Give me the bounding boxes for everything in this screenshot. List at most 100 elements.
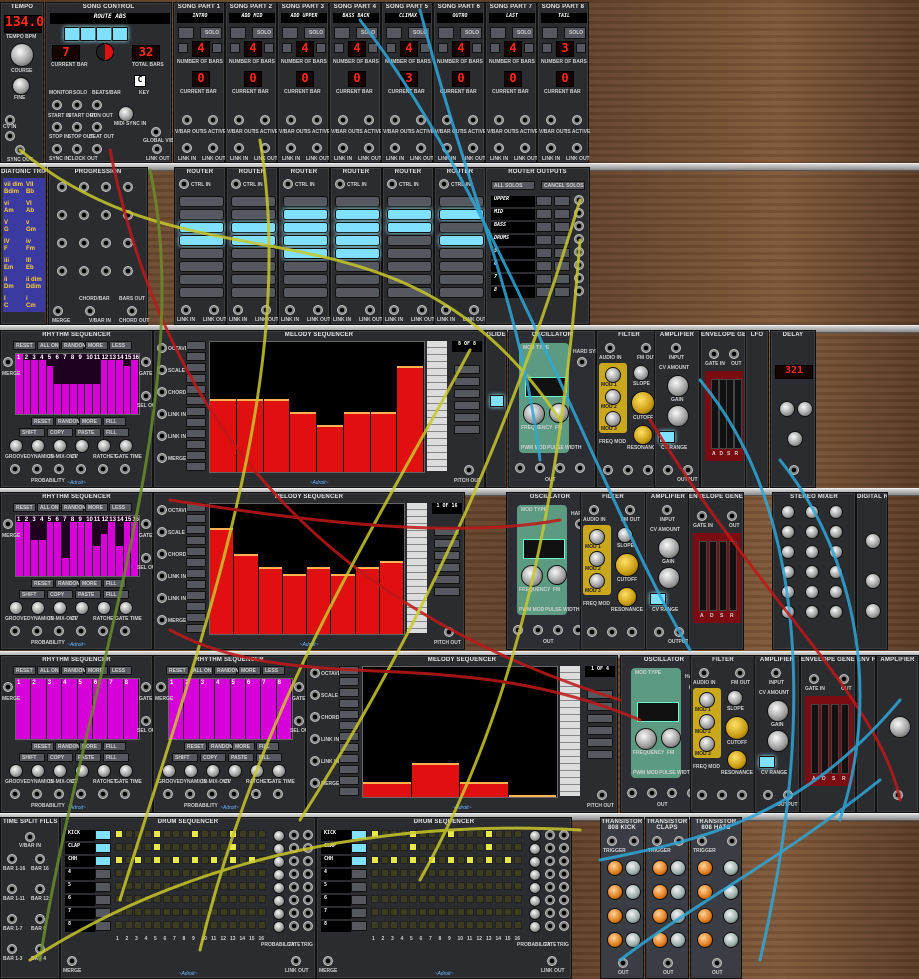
drum-step[interactable] xyxy=(191,869,199,877)
drum-step[interactable] xyxy=(153,895,161,903)
adsr-slider[interactable] xyxy=(811,704,819,774)
solo-button[interactable]: SOLO xyxy=(408,27,430,39)
mute-button[interactable] xyxy=(554,209,570,219)
melody-note-bar[interactable] xyxy=(370,411,397,472)
trigger-jack[interactable] xyxy=(607,836,617,846)
drum-step[interactable] xyxy=(153,843,161,851)
drum-step[interactable] xyxy=(181,895,190,903)
drum-step[interactable] xyxy=(238,843,247,851)
gate-jack[interactable] xyxy=(545,882,555,892)
drum-step[interactable] xyxy=(485,843,493,851)
drum-step[interactable] xyxy=(219,895,228,903)
router-slot-button[interactable] xyxy=(335,274,380,285)
progression-jack[interactable] xyxy=(57,182,67,192)
mixer-knob[interactable] xyxy=(781,525,795,539)
rhythm-more-button[interactable]: MORE xyxy=(79,579,102,588)
jack[interactable] xyxy=(157,409,167,419)
router-slot-button[interactable] xyxy=(283,222,328,233)
drum-step[interactable] xyxy=(504,869,512,877)
drum-step[interactable] xyxy=(485,869,493,877)
cutoff-knob[interactable] xyxy=(615,553,639,577)
drum-knob[interactable] xyxy=(652,884,668,900)
jack[interactable] xyxy=(151,127,161,137)
jack[interactable] xyxy=(654,627,664,637)
drum-step[interactable] xyxy=(475,908,484,916)
solo-button[interactable] xyxy=(536,287,552,297)
melody-note-bar[interactable] xyxy=(263,398,290,472)
jack[interactable] xyxy=(76,464,86,474)
mod-knob[interactable] xyxy=(699,714,715,730)
drum-step[interactable] xyxy=(447,908,455,916)
drum-step[interactable] xyxy=(153,908,161,916)
rhythm-reset-button[interactable]: RESET xyxy=(184,742,207,751)
progression-jack[interactable] xyxy=(79,238,89,248)
drum-step[interactable] xyxy=(143,882,152,890)
solo-button[interactable] xyxy=(536,274,552,284)
jack[interactable] xyxy=(575,463,585,473)
router-slot-button[interactable] xyxy=(179,274,224,285)
drum-step[interactable] xyxy=(409,843,417,851)
resonance-knob[interactable] xyxy=(633,425,653,445)
part-button[interactable] xyxy=(282,27,298,39)
jack[interactable] xyxy=(533,625,543,635)
jack[interactable] xyxy=(229,789,239,799)
drum-step[interactable] xyxy=(466,908,474,916)
rhythm-paste-button[interactable]: PASTE xyxy=(75,753,101,762)
rhythm-step[interactable] xyxy=(92,546,100,576)
trig-jack[interactable] xyxy=(559,882,569,892)
vbar-out-jack[interactable] xyxy=(286,115,296,125)
drum-step[interactable] xyxy=(513,869,522,877)
drum-step[interactable] xyxy=(238,830,247,838)
jack[interactable] xyxy=(310,690,320,700)
drum-step[interactable] xyxy=(191,830,199,838)
jack[interactable] xyxy=(627,627,637,637)
melody-control-button[interactable] xyxy=(186,580,206,589)
mixer-knob[interactable] xyxy=(829,525,843,539)
jack[interactable] xyxy=(76,789,86,799)
link-out-jack[interactable] xyxy=(312,143,322,153)
probability-knob[interactable] xyxy=(273,908,285,920)
router-slot-button[interactable] xyxy=(387,196,432,207)
drum-step[interactable] xyxy=(447,856,455,864)
jack[interactable] xyxy=(157,505,167,515)
router-slot-button[interactable] xyxy=(283,248,328,259)
router-slot-button[interactable] xyxy=(231,261,276,272)
drum-step[interactable] xyxy=(418,882,427,890)
drum-knob[interactable] xyxy=(652,860,668,876)
out-jack[interactable] xyxy=(618,958,628,968)
cancel-solos-button[interactable]: CANCEL SOLOS xyxy=(541,181,585,190)
mute-button[interactable] xyxy=(554,222,570,232)
melody-control-button[interactable] xyxy=(339,677,359,686)
probability-knob[interactable] xyxy=(273,830,285,842)
rhythm-copy-button[interactable]: COPY xyxy=(47,428,73,437)
rhythm-random-button[interactable]: RANDOM xyxy=(55,417,81,426)
is-active-jack[interactable] xyxy=(312,115,322,125)
drum-step[interactable] xyxy=(134,843,142,851)
drum-step[interactable] xyxy=(418,843,427,851)
drum-step[interactable] xyxy=(399,895,408,903)
fm-out-jack[interactable] xyxy=(625,505,635,515)
drum-step[interactable] xyxy=(257,908,266,916)
drum-knob[interactable] xyxy=(697,884,713,900)
rhythm-paste-button[interactable]: PASTE xyxy=(75,428,101,437)
router-slot-button[interactable] xyxy=(283,274,328,285)
mix-knob[interactable] xyxy=(865,603,881,619)
progression-jack[interactable] xyxy=(123,210,133,220)
drum-step[interactable] xyxy=(134,908,142,916)
drum-step[interactable] xyxy=(380,856,389,864)
up-button[interactable] xyxy=(212,43,222,53)
part-button[interactable] xyxy=(386,27,402,39)
jack[interactable] xyxy=(535,463,545,473)
rhythm-step[interactable] xyxy=(23,522,31,576)
jack[interactable] xyxy=(157,365,167,375)
router-slot-button[interactable] xyxy=(387,235,432,246)
drum-step[interactable] xyxy=(124,908,133,916)
gate-in-jack[interactable] xyxy=(3,682,13,692)
router-slot-button[interactable] xyxy=(439,274,484,285)
sel-out-jack[interactable] xyxy=(141,716,151,726)
select-button[interactable] xyxy=(351,856,367,866)
drum-step[interactable] xyxy=(494,856,503,864)
trig-jack[interactable] xyxy=(559,895,569,905)
rhythm-shift-button[interactable]: SHIFT xyxy=(19,428,45,437)
jack[interactable] xyxy=(10,626,20,636)
